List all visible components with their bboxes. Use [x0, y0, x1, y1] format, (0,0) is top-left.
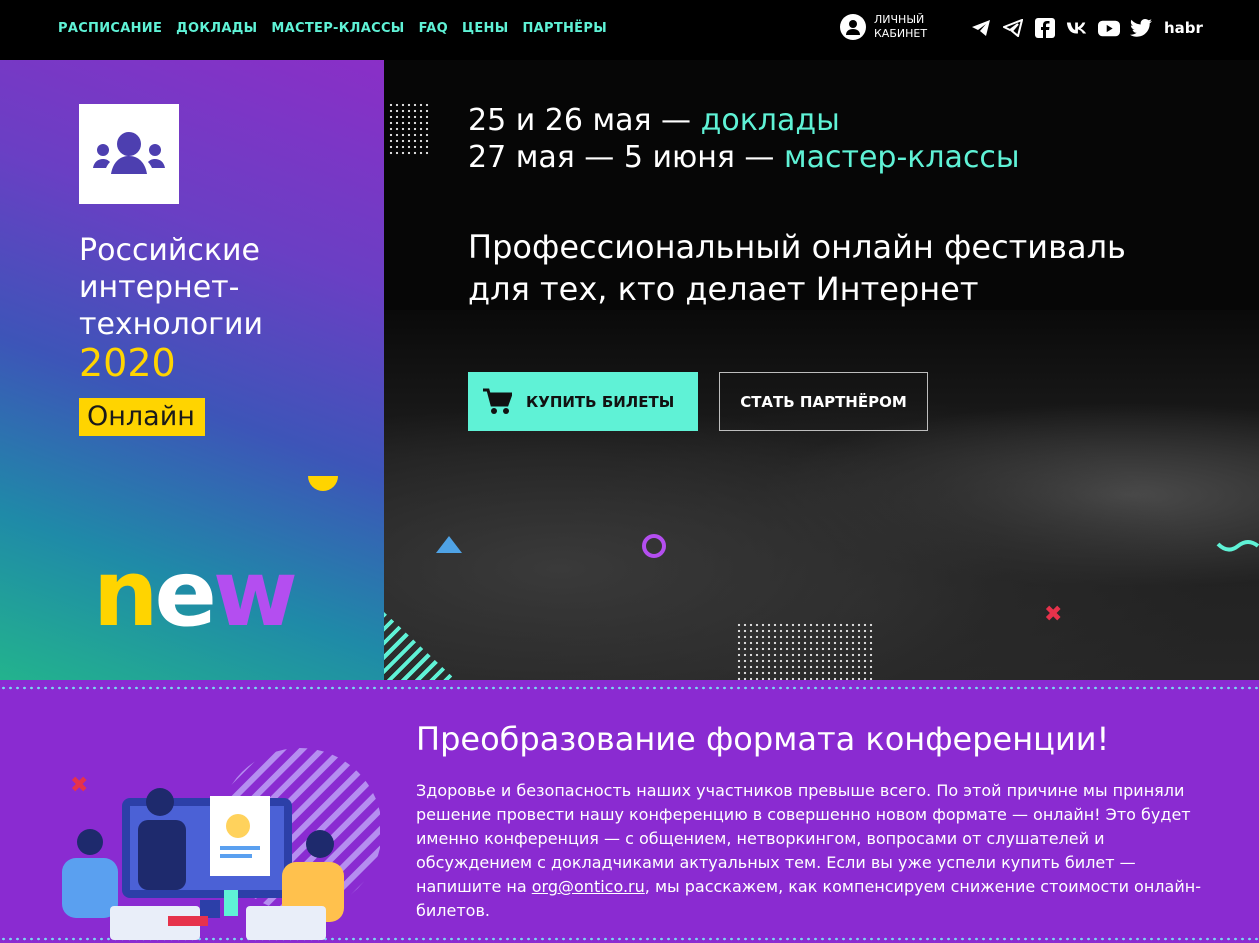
section-title: Преобразование формата конференции!: [416, 720, 1110, 758]
online-badge: Онлайн: [79, 398, 205, 436]
telegram-channel-icon[interactable]: [1002, 17, 1024, 39]
buy-tickets-label: КУПИТЬ БИЛЕТЫ: [526, 392, 675, 411]
hero-tagline: Профессиональный онлайн фестиваль для те…: [468, 226, 1126, 310]
tagline-line2: для тех, кто делает Интернет: [468, 270, 979, 308]
decor-dotline-top: [0, 685, 1259, 691]
become-partner-label: СТАТЬ ПАРТНЁРОМ: [740, 392, 907, 411]
event-year: 2020: [79, 341, 176, 385]
nav-masterclasses[interactable]: МАСТЕР-КЛАССЫ: [271, 21, 404, 36]
event-title-line2: интернет-: [79, 270, 240, 305]
event-branding-panel: Российские интернет- технологии 2020 Онл…: [0, 60, 384, 680]
cart-icon: [483, 388, 512, 414]
buy-tickets-button[interactable]: КУПИТЬ БИЛЕТЫ: [468, 372, 698, 431]
youtube-icon[interactable]: [1098, 17, 1120, 39]
decor-dots-top: [388, 102, 430, 156]
rit-logo: [79, 104, 179, 204]
online-conference-illustration: ✖: [62, 748, 380, 940]
main-menu: РАСПИСАНИЕ ДОКЛАДЫ МАСТЕР-КЛАССЫ FAQ ЦЕН…: [58, 21, 607, 36]
event-title-line1: Российские: [79, 233, 260, 268]
social-links: habr: [970, 17, 1203, 39]
nav-talks[interactable]: ДОКЛАДЫ: [176, 21, 257, 36]
new-logo: new: [93, 544, 298, 644]
cabinet-label-line1: ЛИЧНЫЙ: [874, 13, 925, 26]
format-change-section: ✖ Преобразование формата конференции! Зд…: [0, 680, 1259, 943]
decor-dots-bottom: [736, 622, 874, 680]
date-talks-prefix: 25 и 26 мая —: [468, 103, 701, 138]
date-masterclasses-prefix: 27 мая — 5 июня —: [468, 140, 784, 175]
vk-icon[interactable]: [1066, 17, 1088, 39]
nav-schedule[interactable]: РАСПИСАНИЕ: [58, 21, 162, 36]
hero-banner: 25 и 26 мая — доклады 27 мая — 5 июня — …: [384, 60, 1259, 680]
svg-text:✖: ✖: [70, 773, 88, 798]
date-talks: 25 и 26 мая — доклады: [468, 102, 1020, 139]
event-dates: 25 и 26 мая — доклады 27 мая — 5 июня — …: [468, 102, 1020, 176]
become-partner-button[interactable]: СТАТЬ ПАРТНЁРОМ: [719, 372, 928, 431]
twitter-icon[interactable]: [1130, 17, 1152, 39]
nav-faq[interactable]: FAQ: [419, 21, 448, 36]
date-masterclasses-highlight: мастер-классы: [783, 140, 1020, 175]
cabinet-label: ЛИЧНЫЙ КАБИНЕТ: [874, 13, 944, 41]
event-title-line3: технологии: [79, 307, 263, 342]
top-navbar: РАСПИСАНИЕ ДОКЛАДЫ МАСТЕР-КЛАССЫ FAQ ЦЕН…: [0, 0, 1259, 60]
facebook-icon[interactable]: [1034, 17, 1056, 39]
tagline-line1: Профессиональный онлайн фестиваль: [468, 228, 1126, 266]
section-text: Здоровье и безопасность наших участников…: [416, 779, 1216, 923]
cabinet-label-line2: КАБИНЕТ: [874, 27, 928, 40]
decor-cross-icon: ✖: [1044, 602, 1063, 627]
user-icon: [840, 14, 866, 40]
new-letter-e: e: [154, 540, 217, 647]
decor-triangle: [436, 536, 462, 553]
contact-email-link[interactable]: org@ontico.ru: [532, 877, 645, 896]
people-group-icon: [93, 132, 165, 174]
decor-semicircle: [308, 476, 338, 491]
event-title: Российские интернет- технологии: [79, 232, 263, 343]
new-letter-n: n: [93, 540, 158, 647]
date-talks-highlight: доклады: [700, 103, 840, 138]
date-masterclasses: 27 мая — 5 июня — мастер-классы: [468, 139, 1020, 176]
new-letter-w: w: [212, 540, 298, 647]
personal-cabinet-link[interactable]: ЛИЧНЫЙ КАБИНЕТ: [840, 13, 944, 41]
decor-ring: [642, 534, 666, 558]
habr-link[interactable]: habr: [1164, 17, 1203, 39]
decor-wave: [1216, 540, 1259, 552]
nav-prices[interactable]: ЦЕНЫ: [462, 21, 509, 36]
telegram-icon[interactable]: [970, 17, 992, 39]
nav-partners[interactable]: ПАРТНЁРЫ: [522, 21, 607, 36]
